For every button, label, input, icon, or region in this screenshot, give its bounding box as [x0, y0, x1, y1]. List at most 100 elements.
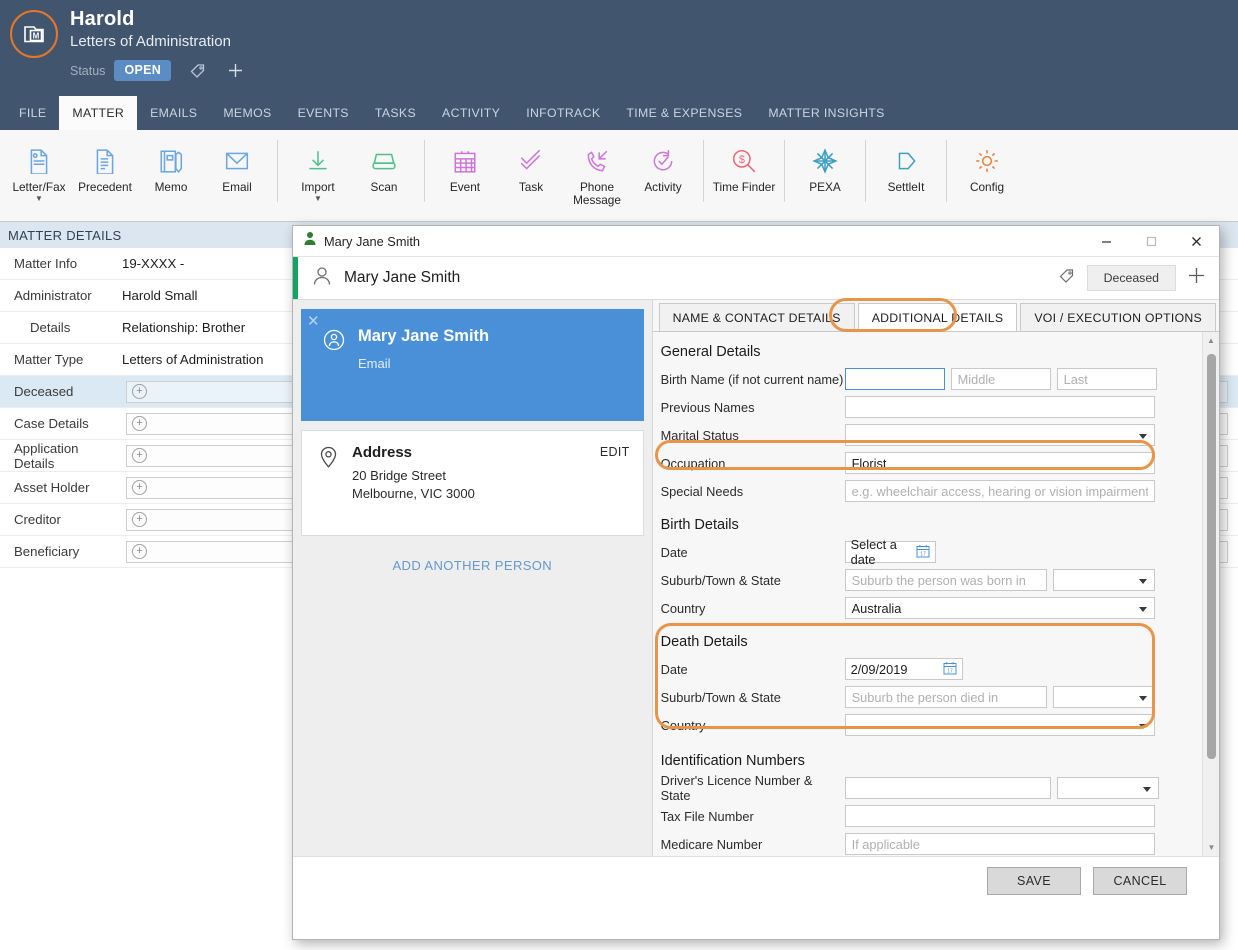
previous-names-input[interactable] — [845, 396, 1155, 418]
tab-matter[interactable]: MATTER — [59, 96, 137, 130]
tag-icon[interactable] — [1058, 266, 1077, 290]
tab-matter-insights[interactable]: MATTER INSIGHTS — [755, 96, 897, 130]
ribbon-button-phone-message[interactable]: Phone Message — [564, 136, 630, 207]
cancel-button[interactable]: CANCEL — [1093, 867, 1187, 895]
ribbon-separator — [946, 140, 947, 202]
tag-icon[interactable] — [189, 61, 208, 80]
ribbon-label-event: Event — [450, 181, 480, 194]
ribbon-button-settleit[interactable]: SettleIt — [873, 136, 939, 194]
tab-infotrack[interactable]: INFOTRACK — [513, 96, 613, 130]
plus-icon[interactable] — [226, 61, 245, 80]
death-state-select[interactable] — [1053, 686, 1155, 708]
ribbon-button-precedent[interactable]: Precedent — [72, 136, 138, 194]
label-death-country: Country — [661, 718, 845, 733]
calendar-icon — [452, 142, 478, 180]
time-finder-icon: $ — [731, 142, 757, 180]
ribbon-button-import[interactable]: Import▼ — [285, 136, 351, 203]
plus-circle-icon[interactable]: + — [132, 512, 147, 527]
matter-detail-label: Matter Type — [0, 352, 122, 367]
occupation-input[interactable] — [845, 452, 1155, 474]
marital-status-select[interactable] — [845, 424, 1155, 446]
birth-last-name-input[interactable] — [1057, 368, 1157, 390]
ribbon-button-config[interactable]: Config — [954, 136, 1020, 194]
tab-tasks[interactable]: TASKS — [362, 96, 429, 130]
form-scrollbar[interactable]: ▲ ▼ — [1202, 332, 1219, 856]
ribbon-button-event[interactable]: Event — [432, 136, 498, 194]
maximize-button[interactable] — [1129, 226, 1174, 256]
special-needs-input[interactable] — [845, 480, 1155, 502]
tax-file-number-input[interactable] — [845, 805, 1155, 827]
svg-text:M: M — [33, 32, 40, 41]
ribbon-button-pexa[interactable]: PEXA — [792, 136, 858, 194]
dialog-tabrow: NAME & CONTACT DETAILSADDITIONAL DETAILS… — [653, 300, 1219, 332]
plus-icon[interactable] — [1186, 265, 1207, 291]
dialog-titlebar: Mary Jane Smith — [293, 226, 1219, 257]
birth-country-select[interactable]: Australia — [845, 597, 1155, 619]
address-edit-link[interactable]: EDIT — [600, 445, 630, 459]
death-suburb-input[interactable] — [845, 686, 1047, 708]
birth-first-name-input[interactable] — [845, 368, 945, 390]
tab-file[interactable]: FILE — [6, 96, 59, 130]
dialog-person-name: Mary Jane Smith — [344, 269, 460, 287]
birth-suburb-input[interactable] — [845, 569, 1047, 591]
drivers-licence-state-select[interactable] — [1057, 777, 1159, 799]
status-badge[interactable]: OPEN — [114, 60, 171, 81]
save-button[interactable]: SAVE — [987, 867, 1081, 895]
label-death-suburb: Suburb/Town & State — [661, 690, 845, 705]
chevron-down-icon[interactable]: ▼ — [1203, 839, 1220, 856]
person-card-subtitle: Email — [358, 356, 644, 371]
address-line-2: Melbourne, VIC 3000 — [352, 485, 643, 503]
ribbon-button-email[interactable]: Email — [204, 136, 270, 194]
ribbon-button-task[interactable]: Task — [498, 136, 564, 194]
ribbon-button-scan[interactable]: Scan — [351, 136, 417, 194]
drivers-licence-input[interactable] — [845, 777, 1051, 799]
plus-circle-icon[interactable]: + — [132, 480, 147, 495]
section-title-general: General Details — [653, 344, 1219, 360]
plus-circle-icon[interactable]: + — [132, 416, 147, 431]
birth-date-picker[interactable]: Select a date 17 — [845, 541, 936, 563]
label-birth-date: Date — [661, 545, 845, 560]
plus-circle-icon[interactable]: + — [132, 384, 147, 399]
dialog-tab-additional-details[interactable]: ADDITIONAL DETAILS — [858, 303, 1018, 331]
label-tax-file-number: Tax File Number — [661, 809, 845, 824]
chevron-down-icon[interactable]: ▼ — [35, 195, 43, 203]
birth-middle-name-input[interactable] — [951, 368, 1051, 390]
tab-emails[interactable]: EMAILS — [137, 96, 210, 130]
matter-detail-value: 19-XXXX - — [122, 256, 184, 271]
death-date-picker[interactable]: 2/09/2019 17 — [845, 658, 963, 680]
calendar-icon[interactable]: 17 — [916, 544, 930, 561]
ribbon-button-time-finder[interactable]: $Time Finder — [711, 136, 777, 194]
ribbon-button-activity[interactable]: Activity — [630, 136, 696, 194]
chevron-up-icon[interactable]: ▲ — [1203, 332, 1219, 349]
calendar-icon[interactable]: 17 — [943, 661, 957, 678]
dialog-body: ✕ Mary Jane Smith Email — [293, 300, 1219, 856]
add-another-person-link[interactable]: ADD ANOTHER PERSON — [301, 558, 644, 573]
field-row-drivers-licence: Driver's Licence Number & State — [653, 774, 1219, 802]
person-card[interactable]: ✕ Mary Jane Smith Email — [301, 309, 644, 421]
field-row-birth-name: Birth Name (if not current name) — [653, 365, 1219, 393]
close-button[interactable] — [1174, 226, 1219, 256]
section-title-birth: Birth Details — [653, 517, 1219, 533]
label-birth-name: Birth Name (if not current name) — [661, 372, 845, 387]
dialog-tab-name-contact-details[interactable]: NAME & CONTACT DETAILS — [659, 303, 855, 331]
medicare-number-input[interactable] — [845, 833, 1155, 855]
plus-circle-icon[interactable]: + — [132, 544, 147, 559]
chevron-down-icon[interactable]: ▼ — [314, 195, 322, 203]
minimize-button[interactable] — [1084, 226, 1129, 256]
deceased-badge[interactable]: Deceased — [1087, 265, 1176, 291]
death-country-select[interactable] — [845, 714, 1155, 736]
scrollbar-thumb[interactable] — [1207, 354, 1216, 759]
tab-events[interactable]: EVENTS — [285, 96, 362, 130]
close-icon[interactable]: ✕ — [307, 312, 320, 330]
ribbon-label-activity: Activity — [644, 181, 681, 194]
plus-circle-icon[interactable]: + — [132, 448, 147, 463]
birth-state-select[interactable] — [1053, 569, 1155, 591]
ribbon-button-letter-fax[interactable]: Letter/Fax▼ — [6, 136, 72, 203]
dialog-tab-voi-execution-options[interactable]: VOI / EXECUTION OPTIONS — [1020, 303, 1216, 331]
tab-activity[interactable]: ACTIVITY — [429, 96, 513, 130]
section-title-death: Death Details — [653, 634, 1219, 650]
tab-memos[interactable]: MEMOS — [210, 96, 284, 130]
ribbon-button-memo[interactable]: Memo — [138, 136, 204, 194]
person-card-name: Mary Jane Smith — [358, 327, 644, 346]
tab-time-expenses[interactable]: TIME & EXPENSES — [613, 96, 755, 130]
